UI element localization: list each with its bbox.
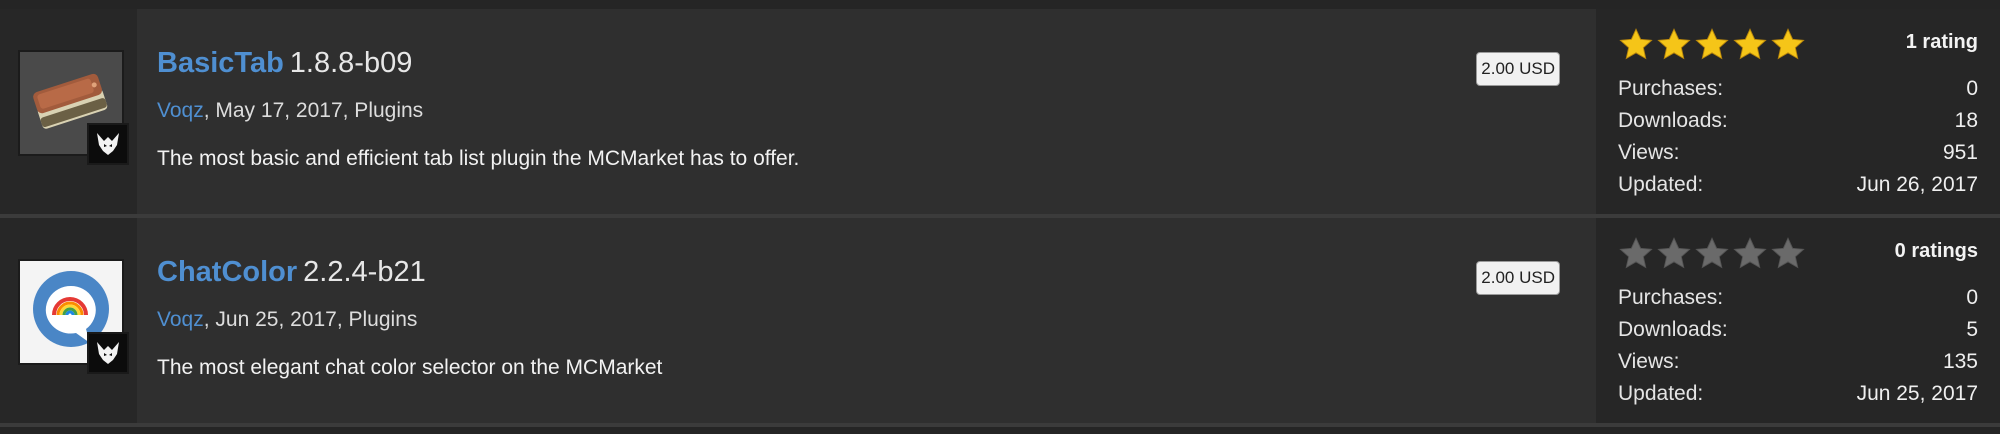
- star-icon[interactable]: [1770, 236, 1806, 272]
- resource-main: BasicTab 1.8.8-b09 Voqz, May 17, 2017, Pl…: [157, 9, 1580, 214]
- stat-downloads: Downloads: 18: [1618, 105, 1978, 137]
- stat-value: Jun 25, 2017: [1856, 382, 1978, 405]
- stat-purchases: Purchases: 0: [1618, 282, 1978, 314]
- resource-meta-text: , Jun 25, 2017, Plugins: [203, 308, 418, 331]
- resource-meta: Voqz, May 17, 2017, Plugins: [157, 99, 423, 123]
- stat-downloads: Downloads: 5: [1618, 314, 1978, 346]
- rating-count: 1 rating: [1905, 31, 1978, 53]
- resource-list: BasicTab 1.8.8-b09 Voqz, May 17, 2017, Pl…: [0, 9, 2000, 427]
- stat-label: Updated:: [1618, 173, 1704, 196]
- star-icon[interactable]: [1732, 236, 1768, 272]
- resource-stats: 1 rating Purchases: 0 Downloads: 18 Views:…: [1596, 9, 2000, 214]
- resource-title-link[interactable]: ChatColor: [157, 256, 297, 288]
- star-icon[interactable]: [1618, 27, 1654, 63]
- stat-label: Views:: [1618, 141, 1680, 164]
- rating-stars: [1618, 236, 1806, 272]
- star-icon[interactable]: [1770, 27, 1806, 63]
- author-link[interactable]: Voqz: [157, 308, 204, 331]
- stat-views: Views: 135: [1618, 346, 1978, 378]
- stat-purchases: Purchases: 0: [1618, 73, 1978, 105]
- stat-label: Updated:: [1618, 382, 1704, 405]
- stat-updated: Updated: Jun 26, 2017: [1618, 169, 1978, 201]
- star-icon[interactable]: [1656, 27, 1692, 63]
- resource-version: 2.2.4-b21: [303, 256, 426, 288]
- price-badge: 2.00 USD: [1476, 261, 1560, 295]
- stat-label: Downloads:: [1618, 318, 1728, 341]
- author-link[interactable]: Voqz: [157, 99, 204, 122]
- stat-label: Downloads:: [1618, 109, 1728, 132]
- rating-count: 0 ratings: [1894, 240, 1978, 262]
- resource-meta-text: , May 17, 2017, Plugins: [203, 99, 424, 122]
- stat-value: Jun 26, 2017: [1856, 173, 1978, 196]
- stat-label: Views:: [1618, 350, 1680, 373]
- price-badge: 2.00 USD: [1476, 52, 1560, 86]
- star-icon[interactable]: [1656, 236, 1692, 272]
- wolf-logo-icon: [87, 123, 129, 165]
- resource-description: The most elegant chat color selector on …: [157, 356, 663, 379]
- resource-stats: 0 ratings Purchases: 0 Downloads: 5 Views:…: [1596, 218, 2000, 423]
- stat-value: 135: [1942, 350, 1978, 373]
- resource-row: ChatColor 2.2.4-b21 Voqz, Jun 25, 2017, P…: [0, 218, 2000, 427]
- stat-value: 0: [1966, 286, 1978, 309]
- resource-icon-column: [0, 218, 137, 423]
- resource-main: ChatColor 2.2.4-b21 Voqz, Jun 25, 2017, P…: [157, 218, 1580, 423]
- resource-icon-column: [0, 9, 137, 214]
- resource-title-link[interactable]: BasicTab: [157, 47, 284, 79]
- resource-version: 1.8.8-b09: [289, 47, 413, 79]
- resource-row: BasicTab 1.8.8-b09 Voqz, May 17, 2017, Pl…: [0, 9, 2000, 218]
- stat-updated: Updated: Jun 25, 2017: [1618, 378, 1978, 410]
- rating-stars: [1618, 27, 1806, 63]
- resource-title-line: ChatColor 2.2.4-b21: [157, 256, 426, 289]
- resource-title-line: BasicTab 1.8.8-b09: [157, 47, 412, 80]
- star-icon[interactable]: [1694, 236, 1730, 272]
- resource-meta: Voqz, Jun 25, 2017, Plugins: [157, 308, 417, 332]
- star-icon[interactable]: [1618, 236, 1654, 272]
- stat-value: 5: [1966, 318, 1978, 341]
- star-icon[interactable]: [1694, 27, 1730, 63]
- wolf-logo-icon: [87, 332, 129, 374]
- star-icon[interactable]: [1732, 27, 1768, 63]
- stat-label: Purchases:: [1618, 77, 1724, 100]
- stat-value: 951: [1942, 141, 1978, 164]
- stat-label: Purchases:: [1618, 286, 1724, 309]
- stat-views: Views: 951: [1618, 137, 1978, 169]
- stat-value: 0: [1966, 77, 1978, 100]
- stat-value: 18: [1954, 109, 1978, 132]
- resource-description: The most basic and efficient tab list pl…: [157, 147, 800, 170]
